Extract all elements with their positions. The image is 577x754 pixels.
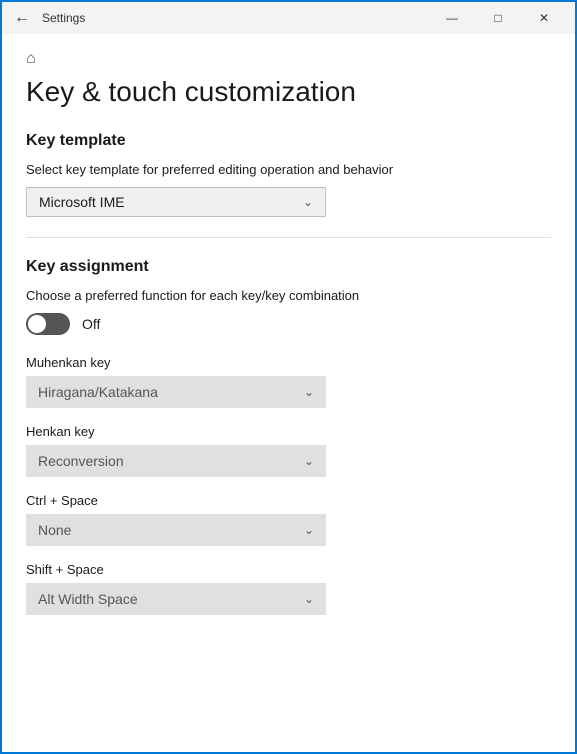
title-bar: ← Settings — □ ✕ (2, 2, 575, 34)
settings-window: ← Settings — □ ✕ ⌂ Key & touch customiza… (0, 0, 577, 754)
henkan-label: Henkan key (26, 424, 551, 439)
key-assignment-toggle[interactable] (26, 313, 70, 335)
key-template-dropdown-value: Microsoft IME (39, 194, 125, 210)
back-button[interactable]: ← (10, 7, 34, 29)
section-divider (26, 237, 551, 238)
henkan-arrow: ⌄ (304, 454, 314, 468)
title-bar-left: ← Settings (10, 7, 85, 29)
henkan-value: Reconversion (38, 453, 124, 469)
toggle-knob (28, 315, 46, 333)
shift-space-value: Alt Width Space (38, 591, 138, 607)
close-button[interactable]: ✕ (521, 2, 567, 34)
muhenkan-dropdown[interactable]: Hiragana/Katakana ⌄ (26, 376, 326, 408)
key-template-dropdown[interactable]: Microsoft IME ⌄ (26, 187, 326, 217)
shift-space-dropdown[interactable]: Alt Width Space ⌄ (26, 583, 326, 615)
shift-space-label: Shift + Space (26, 562, 551, 577)
key-assignment-description: Choose a preferred function for each key… (26, 288, 551, 303)
key-assignment-title: Key assignment (26, 258, 551, 276)
muhenkan-value: Hiragana/Katakana (38, 384, 158, 400)
ctrl-space-value: None (38, 522, 71, 538)
minimize-button[interactable]: — (429, 2, 475, 34)
page-content: ⌂ Key & touch customization Key template… (2, 34, 575, 752)
shift-space-field-group: Shift + Space Alt Width Space ⌄ (26, 562, 551, 615)
key-template-dropdown-arrow: ⌄ (303, 195, 313, 209)
breadcrumb: ⌂ (26, 34, 551, 76)
toggle-label: Off (82, 316, 100, 332)
ctrl-space-arrow: ⌄ (304, 523, 314, 537)
key-template-title: Key template (26, 132, 551, 150)
henkan-dropdown[interactable]: Reconversion ⌄ (26, 445, 326, 477)
muhenkan-field-group: Muhenkan key Hiragana/Katakana ⌄ (26, 355, 551, 408)
home-icon[interactable]: ⌂ (26, 50, 36, 68)
henkan-field-group: Henkan key Reconversion ⌄ (26, 424, 551, 477)
muhenkan-label: Muhenkan key (26, 355, 551, 370)
title-bar-controls: — □ ✕ (429, 2, 567, 34)
ctrl-space-dropdown[interactable]: None ⌄ (26, 514, 326, 546)
page-title: Key & touch customization (26, 76, 551, 108)
ctrl-space-field-group: Ctrl + Space None ⌄ (26, 493, 551, 546)
toggle-row: Off (26, 313, 551, 335)
muhenkan-arrow: ⌄ (304, 385, 314, 399)
key-template-section: Key template Select key template for pre… (26, 132, 551, 217)
shift-space-arrow: ⌄ (304, 592, 314, 606)
ctrl-space-label: Ctrl + Space (26, 493, 551, 508)
key-template-description: Select key template for preferred editin… (26, 162, 551, 177)
key-assignment-section: Key assignment Choose a preferred functi… (26, 258, 551, 615)
window-title: Settings (42, 11, 85, 25)
maximize-button[interactable]: □ (475, 2, 521, 34)
